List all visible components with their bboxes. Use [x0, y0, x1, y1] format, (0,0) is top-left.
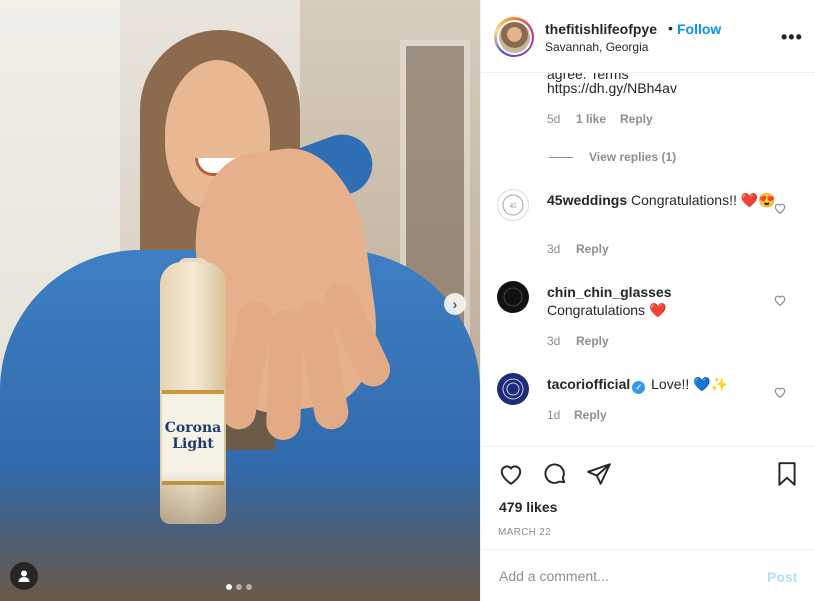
- like-comment-heart-icon[interactable]: [773, 293, 787, 307]
- reply-button[interactable]: Reply: [574, 408, 607, 422]
- commenter-avatar[interactable]: 45: [497, 189, 529, 221]
- post-header: thefitishlifeofpye • Follow Savannah, Ge…: [481, 0, 815, 73]
- carousel-dot: [246, 584, 252, 590]
- comment-body: chin_chin_glasses Congratulations ❤️: [547, 283, 777, 319]
- likes-count[interactable]: 479 likes: [499, 499, 557, 515]
- commenter-username[interactable]: 45weddings: [547, 192, 627, 208]
- post-photo[interactable]: Corona Light ›: [0, 0, 480, 601]
- post-side-panel: thefitishlifeofpye • Follow Savannah, Ge…: [480, 0, 815, 601]
- save-bookmark-icon[interactable]: [774, 461, 800, 487]
- more-options-icon[interactable]: •••: [781, 27, 803, 48]
- carousel-dots: [226, 584, 252, 590]
- comment-likes[interactable]: 1 like: [576, 112, 606, 126]
- commenter-username[interactable]: chin_chin_glasses: [547, 283, 777, 301]
- comment-age: 3d: [547, 242, 561, 256]
- carousel-dot: [226, 584, 232, 590]
- author-username[interactable]: thefitishlifeofpye: [545, 21, 657, 37]
- tagged-users-icon[interactable]: [10, 562, 38, 590]
- post-comment-button[interactable]: Post: [767, 569, 797, 585]
- comment-bubble-icon[interactable]: [542, 461, 568, 487]
- like-comment-heart-icon[interactable]: [773, 201, 787, 215]
- share-paper-plane-icon[interactable]: [586, 461, 612, 487]
- avatar-image: [498, 21, 530, 53]
- verified-badge-icon: ✓: [632, 381, 646, 394]
- like-comment-heart-icon[interactable]: [773, 385, 787, 399]
- reply-button[interactable]: Reply: [576, 242, 609, 256]
- photo-chair: [0, 470, 480, 601]
- comment-text: Congratulations ❤️: [547, 302, 667, 318]
- comment-body: 45weddings Congratulations!! ❤️😍: [547, 191, 777, 209]
- header-separator: •: [668, 20, 673, 36]
- view-replies-label: View replies (1): [589, 150, 677, 164]
- reply-button[interactable]: Reply: [620, 112, 653, 126]
- comment-text: Love!! 💙✨: [651, 376, 729, 392]
- comment-link[interactable]: https://dh.gy/NBh4av: [547, 80, 677, 96]
- carousel-dot: [236, 584, 242, 590]
- comment-age: 3d: [547, 334, 561, 348]
- commenter-avatar[interactable]: [497, 373, 529, 405]
- svg-text:45: 45: [510, 202, 518, 210]
- view-replies-button[interactable]: View replies (1): [549, 150, 676, 164]
- comment-composer: Post: [481, 549, 815, 601]
- like-heart-icon[interactable]: [498, 461, 524, 487]
- author-avatar[interactable]: [494, 17, 534, 57]
- commenter-avatar[interactable]: [497, 281, 529, 313]
- follow-button[interactable]: Follow: [677, 21, 721, 37]
- comment-age: 1d: [547, 408, 561, 422]
- reply-button[interactable]: Reply: [576, 334, 609, 348]
- comment-age: 5d: [547, 112, 561, 126]
- bottle-label-text: Corona Light: [164, 420, 222, 452]
- comment-text: Congratulations!! ❤️😍: [631, 192, 776, 208]
- comments-list[interactable]: agree. Terms https://dh.gy/NBh4av 5d 1 l…: [481, 73, 815, 446]
- avatar-inner: [496, 19, 532, 55]
- next-image-arrow-icon[interactable]: ›: [444, 293, 466, 315]
- comment-body: tacoriofficial ✓ Love!! 💙✨: [547, 375, 777, 394]
- post-date[interactable]: MARCH 22: [498, 527, 551, 538]
- post-actions: 479 likes MARCH 22: [481, 446, 815, 550]
- add-comment-input[interactable]: [499, 564, 749, 588]
- replies-line: [549, 156, 573, 158]
- post-location[interactable]: Savannah, Georgia: [545, 40, 648, 54]
- commenter-username[interactable]: tacoriofficial: [547, 376, 630, 392]
